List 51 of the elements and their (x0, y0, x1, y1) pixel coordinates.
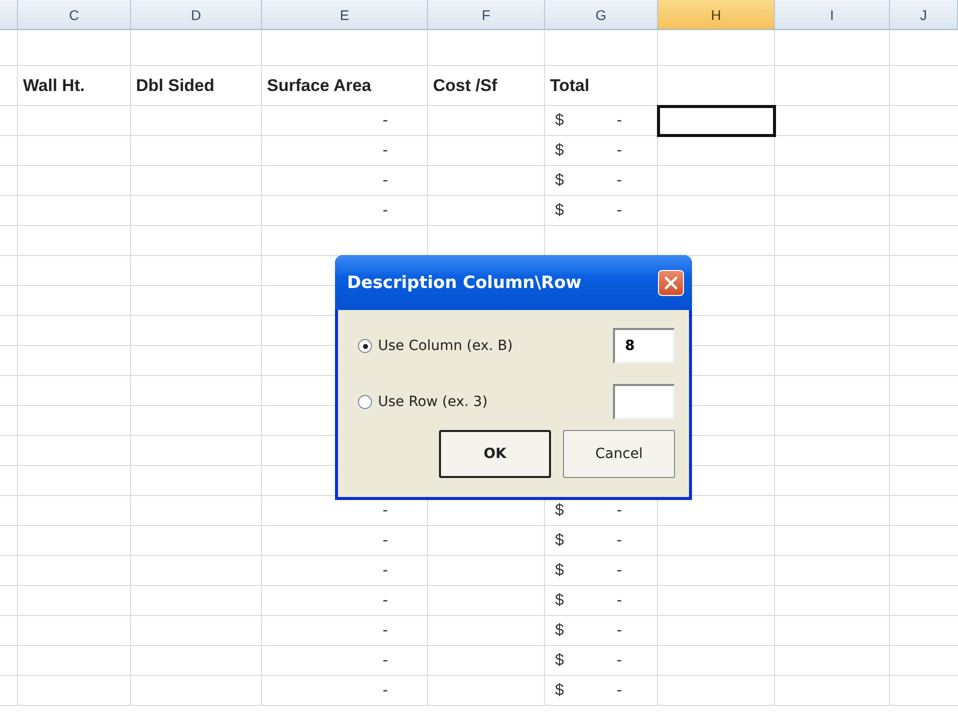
radio-button[interactable] (358, 395, 372, 409)
table-cell: - (382, 682, 388, 700)
table-cell: - (616, 532, 622, 550)
table-cell: - (382, 652, 388, 670)
column-header[interactable]: H (658, 0, 775, 30)
table-cell: - (382, 202, 388, 220)
table-cell: - (616, 112, 622, 130)
currency-symbol: $ (555, 622, 564, 640)
currency-symbol: $ (555, 592, 564, 610)
table-cell: - (382, 562, 388, 580)
column-heading: Wall Ht. (23, 76, 85, 96)
table-cell: - (382, 592, 388, 610)
currency-symbol: $ (555, 562, 564, 580)
table-cell: - (616, 142, 622, 160)
table-cell: - (616, 502, 622, 520)
dialog-button[interactable]: OK (439, 430, 551, 478)
column-heading: Surface Area (267, 76, 372, 96)
currency-symbol: $ (555, 172, 564, 190)
column-heading: Total (550, 76, 590, 96)
currency-symbol: $ (555, 652, 564, 670)
input-field[interactable] (613, 384, 675, 420)
currency-symbol: $ (555, 532, 564, 550)
currency-symbol: $ (555, 682, 564, 700)
radio-button[interactable] (358, 339, 372, 353)
input-field[interactable]: 8 (613, 328, 675, 364)
currency-symbol: $ (555, 502, 564, 520)
table-cell: - (616, 622, 622, 640)
table-cell: - (382, 532, 388, 550)
currency-symbol: $ (555, 202, 564, 220)
table-cell: - (382, 142, 388, 160)
close-button[interactable] (658, 270, 684, 296)
currency-symbol: $ (555, 142, 564, 160)
dialog-title: Description Column\Row (347, 272, 582, 292)
table-cell: - (382, 112, 388, 130)
table-cell: - (616, 682, 622, 700)
option-label: Use Column (ex. B) (378, 338, 514, 354)
table-cell: - (382, 622, 388, 640)
table-cell: - (382, 172, 388, 190)
table-cell: - (382, 502, 388, 520)
currency-symbol: $ (555, 112, 564, 130)
selected-cell[interactable] (658, 106, 775, 136)
column-heading: Dbl Sided (136, 76, 214, 96)
table-cell: - (616, 562, 622, 580)
table-cell: - (616, 592, 622, 610)
table-cell: - (616, 202, 622, 220)
dialog-button[interactable]: Cancel (563, 430, 675, 478)
column-heading: Cost /Sf (433, 76, 498, 96)
option-label: Use Row (ex. 3) (378, 394, 489, 410)
close-icon (664, 276, 678, 290)
table-cell: - (616, 652, 622, 670)
table-cell: - (616, 172, 622, 190)
